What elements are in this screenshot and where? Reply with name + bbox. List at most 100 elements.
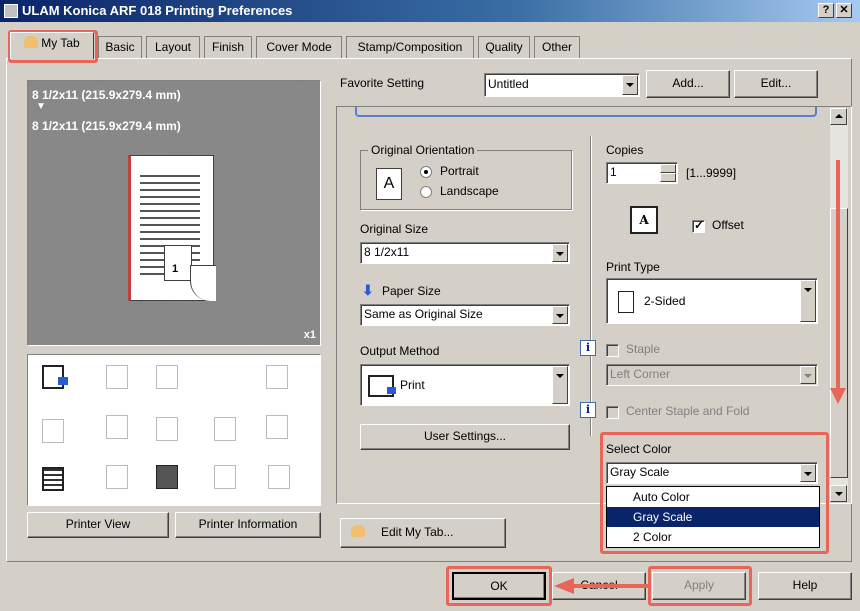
original-size-label: Original Size xyxy=(360,222,429,236)
annotation-arrow-head-bottom xyxy=(554,578,574,594)
select-color-dropdown: Auto Color Gray Scale 2 Color xyxy=(606,486,820,548)
list-icon[interactable] xyxy=(268,465,290,489)
center-staple-checkbox[interactable] xyxy=(606,406,619,419)
preview-panel: 8 1/2x11 (215.9x279.4 mm) ▼ 8 1/2x11 (21… xyxy=(27,80,321,346)
copies-value: 1 xyxy=(610,165,617,179)
center-staple-label: Center Staple and Fold xyxy=(626,404,750,418)
apply-button[interactable]: Apply xyxy=(652,572,746,600)
tab-stamp-composition[interactable]: Stamp/Composition xyxy=(346,36,474,58)
print-type-value: 2-Sided xyxy=(644,294,686,308)
select-color-select[interactable]: Gray Scale xyxy=(606,462,818,484)
copies-input[interactable]: 1 xyxy=(606,162,678,184)
rotate-icon[interactable] xyxy=(266,365,288,389)
chevron-down-icon xyxy=(622,75,638,95)
chevron-down-icon xyxy=(800,280,816,322)
copy-icon[interactable] xyxy=(156,365,178,389)
orientation-group-label: Original Orientation xyxy=(368,143,478,157)
stamp-icon[interactable] xyxy=(106,465,128,489)
printer-view-button[interactable]: Printer View xyxy=(27,512,169,538)
schedule-icon[interactable] xyxy=(214,465,236,489)
output-method-select[interactable]: Print xyxy=(360,364,570,406)
edit-my-tab-button[interactable]: Edit My Tab... xyxy=(340,518,506,548)
chevron-down-icon xyxy=(552,366,568,404)
column-divider xyxy=(590,136,592,436)
page-preview-image: 1 xyxy=(120,155,216,305)
portrait-label[interactable]: Portrait xyxy=(440,164,479,178)
tab-basic[interactable]: Basic xyxy=(98,36,142,58)
title-bar: ULAM Konica ARF 018 Printing Preferences… xyxy=(0,0,860,22)
printer-information-button[interactable]: Printer Information xyxy=(175,512,321,538)
paper-size-label: Paper Size xyxy=(382,284,441,298)
staple-checkbox[interactable] xyxy=(606,344,619,357)
offset-label[interactable]: Offset xyxy=(712,218,744,232)
stack-icon[interactable] xyxy=(42,419,64,443)
offset-checkbox[interactable] xyxy=(692,218,705,233)
portrait-radio[interactable] xyxy=(420,166,432,178)
layout-icon[interactable] xyxy=(106,365,128,389)
print-type-select[interactable]: 2-Sided xyxy=(606,278,818,324)
tab-my-tab[interactable]: My Tab xyxy=(10,32,94,59)
text-overlay-icon[interactable] xyxy=(156,417,178,441)
print-function-icon[interactable] xyxy=(42,365,68,389)
scroll-down-icon[interactable] xyxy=(830,485,847,502)
add-favorite-button[interactable]: Add... xyxy=(646,70,730,98)
color-option-gray-scale[interactable]: Gray Scale xyxy=(607,507,819,527)
paper-size-value: Same as Original Size xyxy=(364,307,483,321)
security-icon[interactable] xyxy=(266,415,288,439)
color-option-2-color[interactable]: 2 Color xyxy=(607,527,819,547)
chevron-down-icon xyxy=(800,464,816,482)
tab-layout[interactable]: Layout xyxy=(146,36,200,58)
print-type-label: Print Type xyxy=(606,260,660,274)
edit-favorite-button[interactable]: Edit... xyxy=(734,70,818,98)
ok-button[interactable]: OK xyxy=(452,572,546,600)
output-method-value: Print xyxy=(400,378,425,392)
page-number: 1 xyxy=(172,263,179,275)
color-option-auto[interactable]: Auto Color xyxy=(607,487,819,507)
overlay-icon[interactable] xyxy=(156,465,178,489)
print-method-icon xyxy=(368,374,396,397)
center-staple-info-icon[interactable]: i xyxy=(580,402,596,418)
staple-value: Left Corner xyxy=(610,367,671,381)
annotation-arrow-shaft xyxy=(836,160,840,390)
tab-quality[interactable]: Quality xyxy=(478,36,530,58)
chevron-down-icon xyxy=(552,306,568,324)
output-size-text: 8 1/2x11 (215.9x279.4 mm) xyxy=(32,119,181,133)
offset-icon: A xyxy=(630,206,658,234)
landscape-radio[interactable] xyxy=(420,186,432,198)
copies-range: [1...9999] xyxy=(686,166,737,180)
select-color-label: Select Color xyxy=(606,442,672,456)
window-title: ULAM Konica ARF 018 Printing Preferences xyxy=(22,3,293,18)
user-settings-button[interactable]: User Settings... xyxy=(360,424,570,450)
annotation-arrow-head xyxy=(830,388,846,404)
landscape-label[interactable]: Landscape xyxy=(440,184,499,198)
down-arrow-icon: ⬇ xyxy=(362,282,374,298)
spin-down-icon[interactable] xyxy=(660,173,676,182)
tab-other[interactable]: Other xyxy=(534,36,580,58)
original-size-select[interactable]: 8 1/2x11 xyxy=(360,242,570,264)
scroll-up-icon[interactable] xyxy=(830,108,847,125)
down-arrow-icon: ▼ xyxy=(36,101,46,112)
close-button[interactable]: ✕ xyxy=(836,3,852,18)
tab-cover-mode[interactable]: Cover Mode xyxy=(256,36,342,58)
original-size-value: 8 1/2x11 xyxy=(364,245,410,259)
orientation-a-icon: A xyxy=(376,168,402,200)
two-sided-icon xyxy=(618,290,634,313)
paper-size-select[interactable]: Same as Original Size xyxy=(360,304,570,326)
spin-up-icon[interactable] xyxy=(660,164,676,173)
favorite-setting-select[interactable]: Untitled xyxy=(484,73,640,97)
document-icon[interactable] xyxy=(42,467,64,491)
edit-my-tab-label: Edit My Tab... xyxy=(381,525,454,539)
user-icon xyxy=(351,525,365,537)
chevron-down-icon xyxy=(800,366,816,384)
favorite-setting-label: Favorite Setting xyxy=(340,76,425,90)
help-title-button[interactable]: ? xyxy=(818,3,834,18)
favorite-value: Untitled xyxy=(488,77,529,91)
copies-marker: x1 xyxy=(303,329,316,341)
tab-finish[interactable]: Finish xyxy=(204,36,252,58)
help-button[interactable]: Help xyxy=(758,572,852,600)
combine-icon[interactable] xyxy=(106,415,128,439)
printer-icon xyxy=(4,4,18,18)
watermark-icon[interactable] xyxy=(214,417,236,441)
staple-info-icon[interactable]: i xyxy=(580,340,596,356)
staple-select[interactable]: Left Corner xyxy=(606,364,818,386)
